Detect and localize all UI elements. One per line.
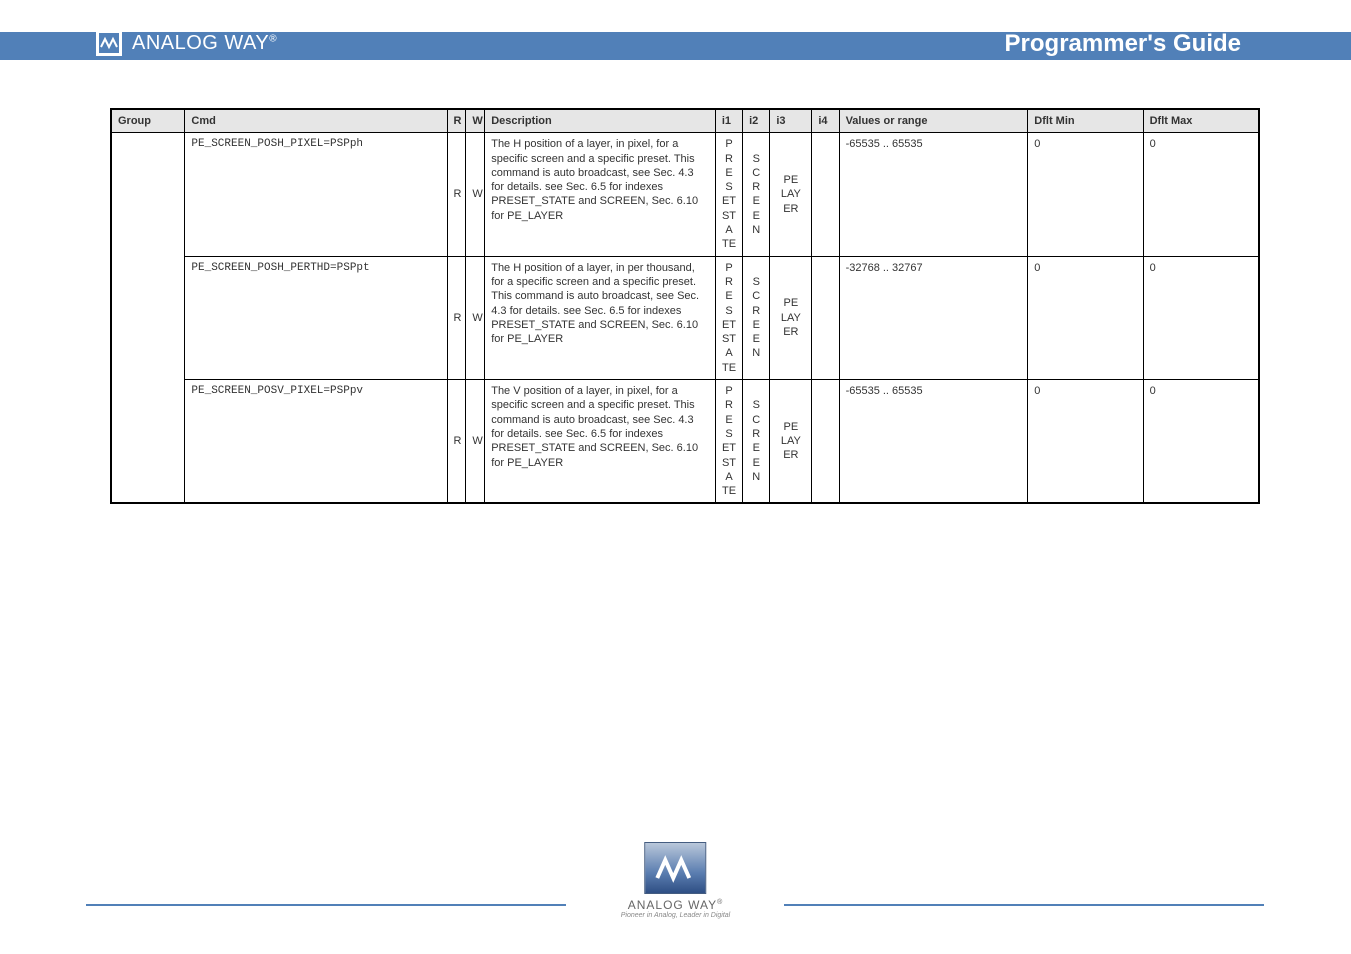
cmd-cell: PE_SCREEN_POSH_PERTHD=PSPpt [185, 256, 447, 379]
command-table: Group Cmd R W Description i1 i2 i3 i4 Va… [110, 108, 1260, 504]
col-w: W [466, 110, 485, 133]
footer-brand-name: ANALOG WAY® [621, 898, 730, 912]
w-flag: W [466, 256, 485, 379]
w-flag: W [466, 133, 485, 256]
max-cell: 0 [1143, 380, 1258, 503]
col-cmd: Cmd [185, 110, 447, 133]
group-cell [112, 133, 185, 503]
brand-icon [96, 30, 122, 56]
col-max: Dflt Max [1143, 110, 1258, 133]
footer-logo: ANALOG WAY® Pioneer in Analog, Leader in… [621, 842, 730, 919]
desc-cell: The H position of a layer, in pixel, for… [485, 133, 716, 256]
i1-cell: PRE SET STA TE [715, 256, 742, 379]
min-cell: 0 [1028, 380, 1143, 503]
r-flag: R [447, 380, 466, 503]
col-desc: Description [485, 110, 716, 133]
table-row: PE_SCREEN_POSH_PERTHD=PSPpt R W The H po… [112, 256, 1259, 379]
i2-cell: SC REE N [743, 380, 770, 503]
values-cell: -32768 .. 32767 [839, 256, 1028, 379]
col-group: Group [112, 110, 185, 133]
values-cell: -65535 .. 65535 [839, 380, 1028, 503]
i4-cell [812, 256, 839, 379]
i4-cell [812, 133, 839, 256]
i3-cell: PE LAY ER [770, 256, 812, 379]
r-flag: R [447, 133, 466, 256]
footer-rule-left [86, 904, 566, 906]
table-row: PE_SCREEN_POSV_PIXEL=PSPpv R W The V pos… [112, 380, 1259, 503]
header-logo: ANALOG WAY® [96, 30, 277, 56]
table-row: PE_SCREEN_POSH_PIXEL=PSPph R W The H pos… [112, 133, 1259, 256]
desc-cell: The V position of a layer, in pixel, for… [485, 380, 716, 503]
col-i4: i4 [812, 110, 839, 133]
i1-cell: PRE SET STA TE [715, 133, 742, 256]
i3-cell: PE LAY ER [770, 133, 812, 256]
cmd-cell: PE_SCREEN_POSH_PIXEL=PSPph [185, 133, 447, 256]
footer: ANALOG WAY® Pioneer in Analog, Leader in… [0, 848, 1351, 928]
cmd-cell: PE_SCREEN_POSV_PIXEL=PSPpv [185, 380, 447, 503]
footer-brand-icon [644, 842, 706, 894]
i4-cell [812, 380, 839, 503]
table-header-row: Group Cmd R W Description i1 i2 i3 i4 Va… [112, 110, 1259, 133]
page-title: Programmer's Guide [1005, 30, 1241, 58]
values-cell: -65535 .. 65535 [839, 133, 1028, 256]
col-min: Dflt Min [1028, 110, 1143, 133]
brand-name: ANALOG WAY® [132, 32, 277, 55]
min-cell: 0 [1028, 133, 1143, 256]
min-cell: 0 [1028, 256, 1143, 379]
i1-cell: PRE SET STA TE [715, 380, 742, 503]
max-cell: 0 [1143, 256, 1258, 379]
col-i2: i2 [743, 110, 770, 133]
max-cell: 0 [1143, 133, 1258, 256]
footer-rule-right [784, 904, 1264, 906]
col-values: Values or range [839, 110, 1028, 133]
col-i3: i3 [770, 110, 812, 133]
i3-cell: PE LAY ER [770, 380, 812, 503]
w-flag: W [466, 380, 485, 503]
i2-cell: SC REE N [743, 256, 770, 379]
desc-cell: The H position of a layer, in per thousa… [485, 256, 716, 379]
col-r: R [447, 110, 466, 133]
i2-cell: SC REE N [743, 133, 770, 256]
r-flag: R [447, 256, 466, 379]
footer-tagline: Pioneer in Analog, Leader in Digital [621, 912, 730, 919]
col-i1: i1 [715, 110, 742, 133]
